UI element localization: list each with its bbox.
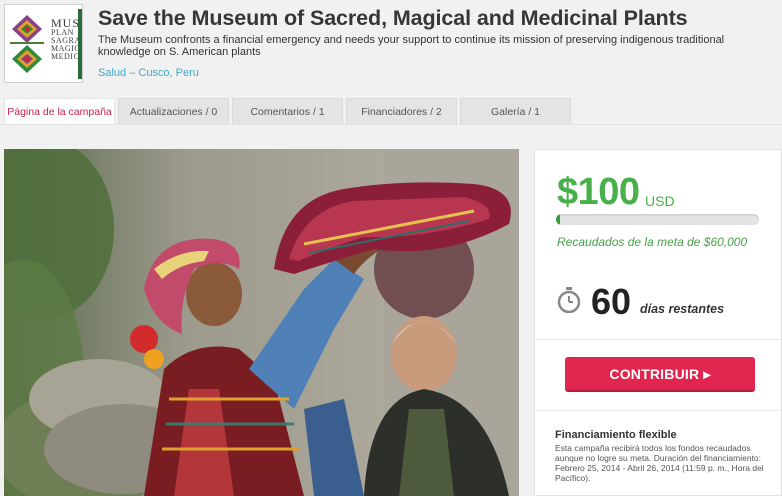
- goal-text: Recaudados de la meta de $60,000: [557, 235, 748, 249]
- campaign-photo[interactable]: [4, 149, 519, 496]
- currency-label: USD: [645, 193, 675, 209]
- tab-comments[interactable]: Comentarios / 1: [232, 98, 343, 124]
- sidebar-divider: [535, 339, 781, 340]
- flexible-funding-text: Esta campaña recibirá todos los fondos r…: [555, 443, 764, 483]
- location-separator: –: [126, 67, 139, 79]
- contribute-button[interactable]: CONTRIBUIR ▸: [565, 357, 755, 392]
- stopwatch-icon: [557, 287, 581, 313]
- funding-sidebar: $100 USD Recaudados de la meta de $60,00…: [534, 149, 782, 496]
- days-remaining-label: días restantes: [640, 302, 725, 316]
- tabs-divider: [0, 124, 782, 125]
- tab-gallery[interactable]: Galería / 1: [460, 98, 571, 124]
- progress-fill: [556, 214, 560, 225]
- tab-updates[interactable]: Actualizaciones / 0: [118, 98, 229, 124]
- days-remaining-count: 60: [591, 281, 632, 322]
- funding-progress-bar: [556, 214, 759, 225]
- campaign-photo-illustration: [4, 149, 519, 496]
- campaign-title: Save the Museum of Sacred, Magical and M…: [98, 6, 688, 30]
- tab-campaign-page[interactable]: Página de la campaña: [4, 98, 115, 125]
- mandala-logo-icon: [8, 11, 46, 77]
- sidebar-divider: [535, 410, 781, 411]
- flexible-funding-title: Financiamiento flexible: [555, 429, 677, 441]
- category-link[interactable]: Salud: [98, 67, 126, 79]
- campaign-location: Salud – Cusco, Peru: [98, 67, 199, 79]
- location-link[interactable]: Cusco, Peru: [138, 67, 199, 79]
- logo-side-bar: [78, 9, 82, 79]
- tab-backers[interactable]: Financiadores / 2: [346, 98, 457, 124]
- amount-raised: $100: [557, 171, 640, 213]
- campaign-description: The Museum confronts a financial emergen…: [98, 34, 725, 58]
- museum-logo: MUSE PLAN SAGRA MAGIC MEDICI: [4, 4, 83, 83]
